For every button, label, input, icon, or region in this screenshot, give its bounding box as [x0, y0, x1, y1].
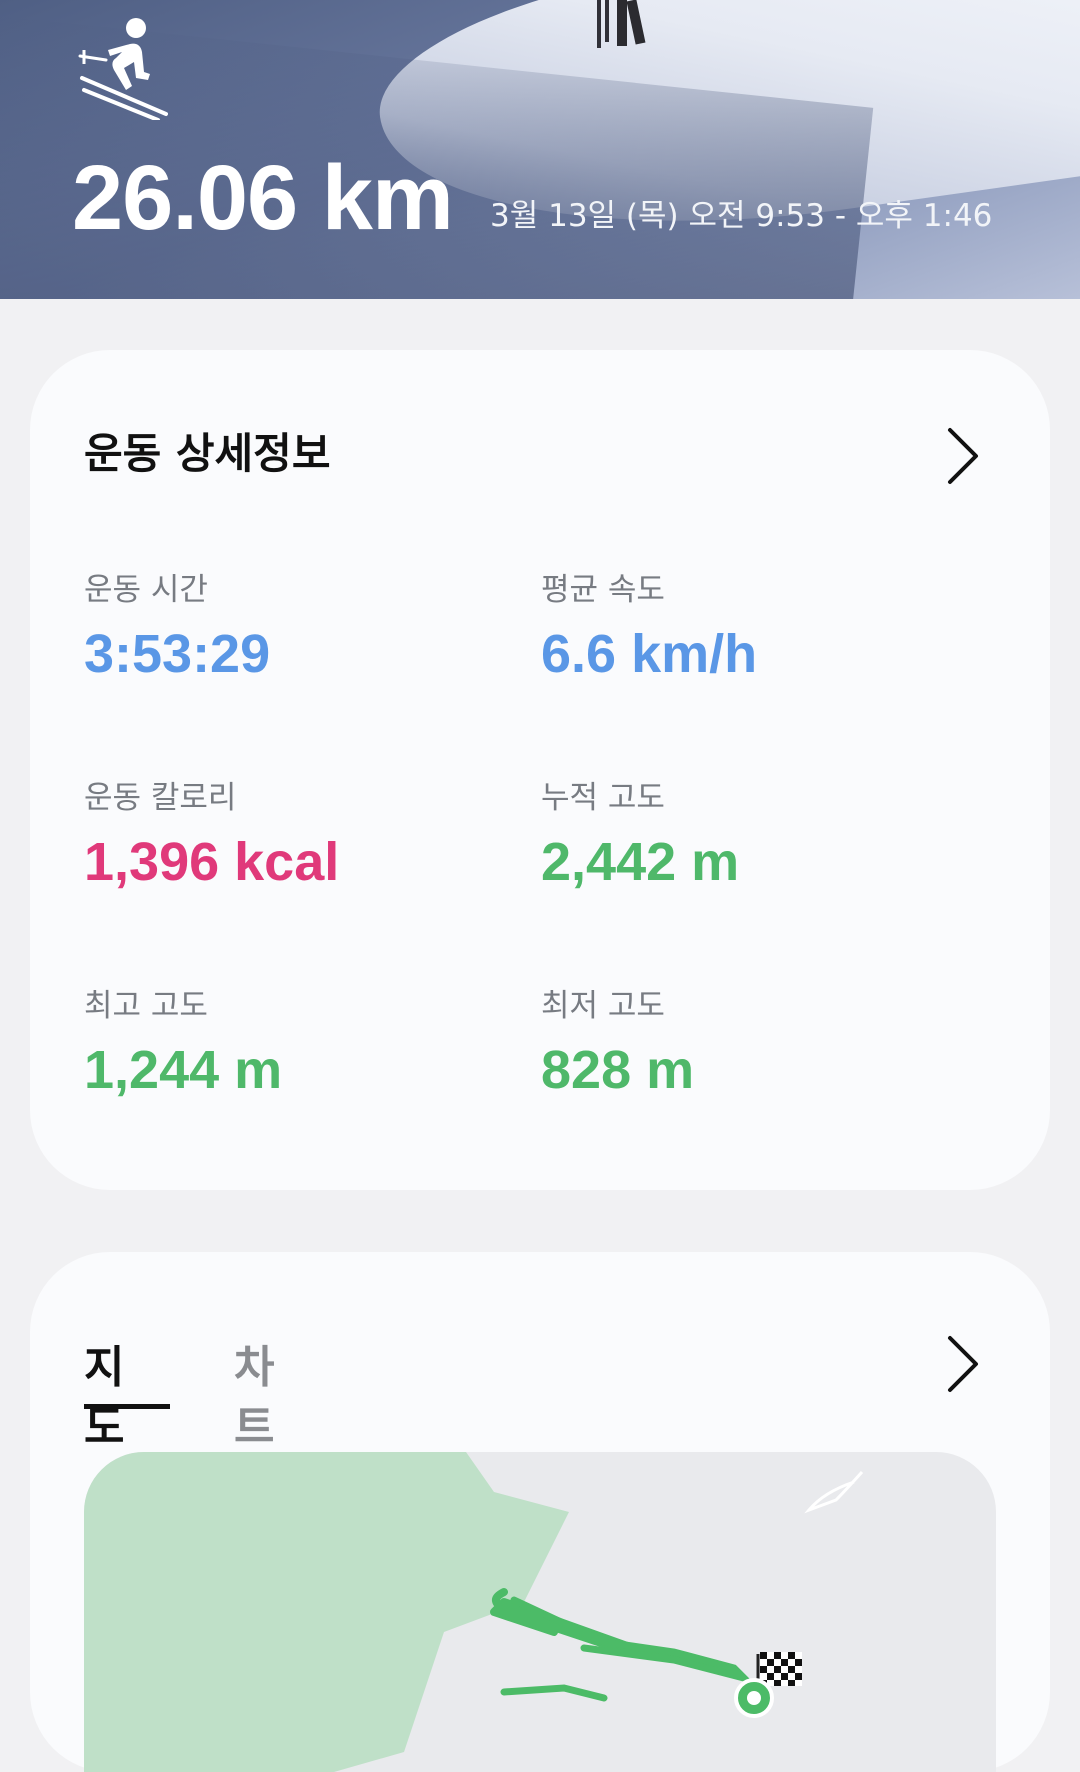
stat-calories: 운동 칼로리 1,396 kcal	[84, 778, 339, 894]
stat-value: 828 m	[541, 1040, 695, 1100]
tab-selected-indicator	[84, 1404, 170, 1409]
stat-min-elevation: 최저 고도 828 m	[541, 986, 694, 1102]
skier-photo-detail	[597, 0, 646, 48]
stat-label: 평균 속도	[541, 572, 665, 608]
road-line	[804, 1470, 864, 1514]
stat-label: 누적 고도	[541, 780, 665, 816]
stat-value: 6.6 km/h	[541, 624, 758, 684]
chevron-right-icon[interactable]	[946, 426, 980, 486]
route-card: 지도 차트	[30, 1252, 1050, 1772]
workout-datetime: 3월 13일 (목) 오전 9:53 - 오후 1:46	[490, 198, 993, 234]
route-map[interactable]	[84, 1452, 996, 1772]
stat-value: 1,396 kcal	[84, 832, 340, 892]
skiing-icon	[78, 18, 168, 120]
stat-duration: 운동 시간 3:53:29	[84, 570, 270, 686]
stat-value: 2,442 m	[541, 832, 740, 892]
workout-details-card[interactable]: 운동 상세정보 운동 시간 3:53:29 평균 속도 6.6 km/h 운동 …	[30, 350, 1050, 1190]
stat-label: 운동 시간	[84, 572, 208, 608]
stat-value: 3:53:29	[84, 624, 271, 684]
stat-elevation-gain: 누적 고도 2,442 m	[541, 778, 739, 894]
total-distance: 26.06 km	[72, 147, 454, 249]
hero-banner: 26.06 km 3월 13일 (목) 오전 9:53 - 오후 1:46	[0, 0, 1080, 299]
route-path-lower	[500, 1684, 608, 1702]
start-marker-icon	[734, 1678, 774, 1718]
tab-chart[interactable]: 차트	[234, 1338, 274, 1458]
stat-average-speed: 평균 속도 6.6 km/h	[541, 570, 757, 686]
stat-label: 최고 고도	[84, 988, 208, 1024]
stat-label: 운동 칼로리	[84, 780, 237, 816]
route-map-canvas	[84, 1452, 864, 1772]
stat-value: 1,244 m	[84, 1040, 283, 1100]
stat-max-elevation: 최고 고도 1,244 m	[84, 986, 282, 1102]
route-path-return	[510, 1596, 756, 1685]
details-title: 운동 상세정보	[84, 429, 331, 478]
stat-label: 최저 고도	[541, 988, 665, 1024]
tab-map[interactable]: 지도	[84, 1338, 124, 1458]
chevron-right-icon[interactable]	[946, 1334, 980, 1394]
